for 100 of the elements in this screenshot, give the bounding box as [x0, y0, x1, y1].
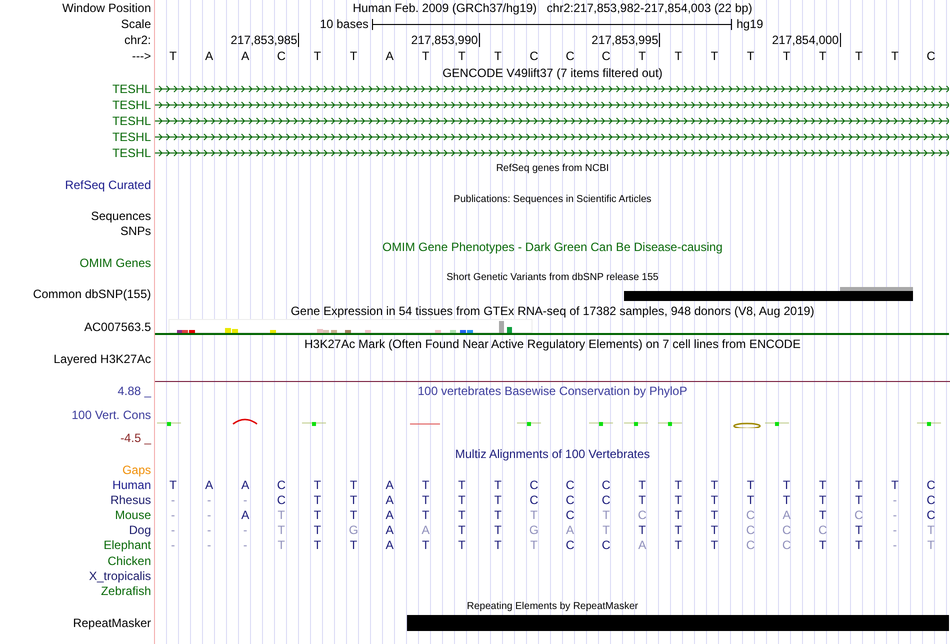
base-letter: T	[674, 523, 682, 538]
track-label[interactable]: Layered H3K27Ac	[54, 352, 151, 366]
base-letter: C	[782, 538, 791, 552]
base-letter: T	[891, 478, 899, 492]
base-letter: T	[638, 492, 646, 507]
base-letter: A	[638, 538, 646, 552]
base-letter: C	[566, 49, 574, 63]
base-letter: C	[746, 523, 755, 538]
base-letter: T	[782, 49, 790, 63]
base-letter: T	[710, 538, 718, 552]
track-title: Short Genetic Variants from dbSNP release 155	[446, 272, 658, 284]
base-letter: -	[171, 538, 176, 552]
base-letter: T	[819, 492, 826, 507]
base-letter: -	[171, 508, 176, 522]
track-label[interactable]: Common dbSNP(155)	[32, 287, 151, 301]
base-letter: T	[458, 538, 466, 552]
track-label[interactable]: AC007563.5	[84, 320, 151, 334]
base-letter: T	[602, 508, 610, 522]
position-title: Human Feb. 2009 (GRCh37/hg19) chr2:217,853,982-217,854,003 (22 bp)	[352, 1, 752, 15]
base-letter: T	[494, 508, 502, 522]
base-letter: T	[494, 49, 502, 63]
track-label[interactable]: Mouse	[114, 508, 151, 522]
base-letter: C	[530, 492, 538, 507]
track-title: Multiz Alignments of 100 Vertebrates	[455, 446, 650, 460]
base-letter: T	[819, 49, 826, 63]
base-letter: T	[819, 538, 826, 552]
base-letter: T	[494, 492, 502, 507]
base-letter: A	[386, 508, 394, 522]
base-letter: T	[422, 478, 430, 492]
base-letter: T	[819, 508, 826, 522]
base-letter: T	[278, 538, 285, 552]
base-letter: T	[638, 49, 646, 63]
base-letter: T	[314, 49, 322, 63]
base-letter: T	[710, 49, 718, 63]
track-label[interactable]: RepeatMasker	[72, 616, 151, 630]
track-title: Publications: Sequences in Scientific Articles	[454, 194, 652, 206]
track-label[interactable]: 100 Vert. Cons	[72, 408, 151, 422]
base-letter: T	[458, 478, 466, 492]
track-label[interactable]: X_tropicalis	[88, 568, 151, 583]
track-label[interactable]: Human	[112, 478, 151, 492]
base-letter: C	[566, 478, 574, 492]
base-letter: -	[892, 492, 897, 507]
base-letter: T	[169, 478, 177, 492]
track-label[interactable]: 4.88 _	[118, 384, 151, 398]
base-letter: -	[207, 523, 212, 538]
base-letter: C	[566, 538, 574, 552]
base-letter: A	[386, 478, 394, 492]
track-title: Gene Expression in 54 tissues from GTEx RNA-seq of 17382 samples, 948 donors (V8, Aug 2019)	[290, 304, 814, 318]
track-label[interactable]: TESHL	[112, 82, 151, 96]
track-label[interactable]: TESHL	[112, 114, 151, 128]
track-label[interactable]: TESHL	[112, 98, 151, 112]
base-letter: T	[674, 538, 682, 552]
track-label[interactable]: Elephant	[104, 538, 151, 552]
base-letter: T	[494, 538, 502, 552]
track-label[interactable]: Chicken	[108, 554, 151, 568]
base-letter: T	[458, 49, 466, 63]
track-label[interactable]: OMIM Genes	[80, 256, 151, 270]
track-label[interactable]: Dog	[128, 523, 151, 538]
base-letter: T	[710, 492, 718, 507]
chromosome-label: chr2:	[124, 33, 151, 47]
base-letter: T	[855, 523, 862, 538]
base-letter: C	[602, 49, 610, 63]
base-letter: T	[314, 508, 322, 522]
base-letter: T	[602, 523, 610, 538]
base-letter: T	[819, 478, 826, 492]
base-letter: -	[207, 492, 212, 507]
base-letter: -	[243, 538, 248, 552]
track-label[interactable]: Zebrafish	[100, 584, 151, 598]
base-letter: T	[278, 523, 285, 538]
track-label[interactable]: Sequences	[90, 208, 151, 222]
base-letter: T	[674, 508, 682, 522]
base-letter: C	[530, 478, 538, 492]
base-letter: T	[782, 478, 790, 492]
track-label[interactable]: TESHL	[112, 146, 151, 160]
track-label[interactable]: Rhesus	[110, 492, 151, 507]
track-label[interactable]: SNPs	[120, 224, 151, 238]
base-letter: -	[171, 523, 176, 538]
base-letter: T	[350, 49, 358, 63]
base-letter: T	[746, 49, 754, 63]
track-label[interactable]: TESHL	[112, 130, 151, 144]
track-label[interactable]: -4.5 _	[120, 430, 151, 444]
base-letter: A	[205, 478, 214, 492]
base-letter: T	[710, 478, 718, 492]
base-letter: T	[638, 523, 646, 538]
base-letter: T	[855, 49, 862, 63]
base-letter: T	[855, 538, 862, 552]
base-letter: T	[422, 538, 430, 552]
base-letter: A	[782, 508, 791, 522]
base-letter: T	[927, 523, 935, 538]
base-letter: C	[926, 49, 936, 63]
base-letter: T	[674, 478, 682, 492]
scale-label: Scale	[120, 17, 151, 31]
base-letter: T	[458, 508, 466, 522]
base-letter: T	[350, 538, 358, 552]
base-letter: T	[710, 508, 718, 522]
base-letter: T	[891, 49, 899, 63]
base-letter: T	[422, 49, 430, 63]
base-letter: T	[350, 508, 358, 522]
base-letter: C	[926, 508, 936, 522]
track-label[interactable]: RefSeq Curated	[64, 178, 151, 192]
